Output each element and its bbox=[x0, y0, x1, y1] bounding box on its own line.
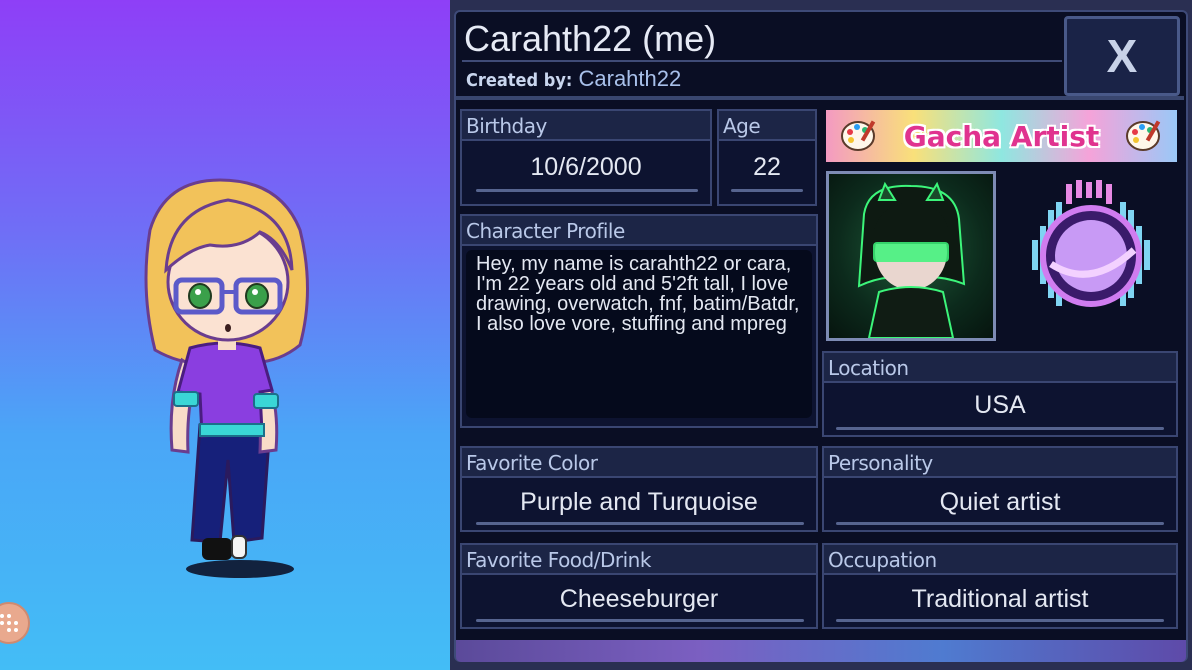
panel-bottom-strip bbox=[456, 640, 1186, 662]
birthday-label: Birthday bbox=[462, 111, 710, 141]
palette-icon bbox=[841, 120, 876, 151]
age-underline bbox=[731, 189, 803, 192]
favorite-color-underline bbox=[476, 522, 804, 525]
header-divider bbox=[456, 96, 1184, 100]
location-label: Location bbox=[824, 353, 1176, 383]
created-by-label: Created by: bbox=[466, 70, 573, 91]
dots-grid-icon bbox=[0, 614, 18, 632]
palette-icon bbox=[1126, 120, 1161, 151]
birthday-value: 10/6/2000 bbox=[530, 153, 642, 181]
location-underline bbox=[836, 427, 1164, 430]
portrait-image bbox=[857, 181, 966, 339]
character-profile-label: Character Profile bbox=[462, 216, 816, 246]
character-profile-text[interactable]: Hey, my name is carahth22 or cara, I'm 2… bbox=[466, 250, 812, 418]
character-avatar[interactable] bbox=[120, 170, 330, 570]
favorite-food-field[interactable]: Favorite Food/Drink Cheeseburger bbox=[460, 543, 818, 629]
occupation-value: Traditional artist bbox=[911, 585, 1089, 613]
occupation-label: Occupation bbox=[824, 545, 1176, 575]
created-by-value: Carahth22 bbox=[578, 66, 682, 91]
age-field[interactable]: Age 22 bbox=[717, 109, 817, 206]
character-stage bbox=[0, 0, 450, 670]
character-name: Carahth22 (me) bbox=[464, 18, 717, 59]
occupation-field[interactable]: Occupation Traditional artist bbox=[822, 543, 1178, 629]
character-profile-field[interactable]: Character Profile Hey, my name is caraht… bbox=[460, 214, 818, 428]
created-by: Created by: Carahth22 bbox=[466, 66, 681, 92]
menu-button[interactable] bbox=[0, 602, 30, 644]
favorite-color-value: Purple and Turquoise bbox=[520, 488, 758, 516]
banner-text: Gacha Artist bbox=[903, 119, 1100, 153]
title-divider bbox=[462, 60, 1062, 62]
favorite-food-underline bbox=[476, 619, 804, 622]
favorite-color-label: Favorite Color bbox=[462, 448, 816, 478]
close-button[interactable]: X bbox=[1064, 16, 1180, 96]
personality-label: Personality bbox=[824, 448, 1176, 478]
occupation-underline bbox=[836, 619, 1164, 622]
personality-underline bbox=[836, 522, 1164, 525]
age-value: 22 bbox=[753, 153, 781, 181]
character-portrait bbox=[826, 171, 996, 341]
location-field[interactable]: Location USA bbox=[822, 351, 1178, 437]
birthday-field[interactable]: Birthday 10/6/2000 bbox=[460, 109, 712, 206]
location-value: USA bbox=[974, 391, 1026, 419]
favorite-food-label: Favorite Food/Drink bbox=[462, 545, 816, 575]
age-label: Age bbox=[719, 111, 815, 141]
personality-field[interactable]: Personality Quiet artist bbox=[822, 446, 1178, 532]
favorite-food-value: Cheeseburger bbox=[559, 585, 719, 613]
birthday-underline bbox=[476, 189, 698, 192]
planet-badge-icon bbox=[1032, 180, 1150, 307]
personality-value: Quiet artist bbox=[939, 488, 1061, 516]
gacha-artist-banner: Gacha Artist bbox=[826, 110, 1177, 162]
close-icon: X bbox=[1106, 30, 1138, 82]
favorite-color-field[interactable]: Favorite Color Purple and Turquoise bbox=[460, 446, 818, 532]
